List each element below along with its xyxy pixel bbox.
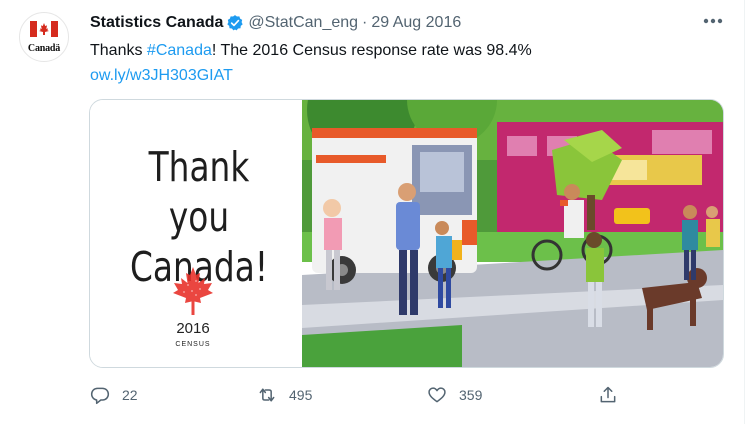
tweet-text-start: Thanks (90, 42, 147, 59)
headline-line-1: Thank you (148, 143, 250, 241)
verified-badge-icon (227, 15, 244, 31)
reply-button[interactable]: 22 (90, 380, 138, 410)
avatar-wordmark: Canadä (27, 43, 61, 54)
retweet-button[interactable]: 495 (257, 380, 312, 410)
author-name[interactable]: Statistics Canada (90, 14, 223, 32)
census-label: CENSUS (175, 341, 211, 348)
avatar[interactable]: Canadä (19, 12, 69, 62)
author-handle[interactable]: @StatCan_eng (248, 14, 358, 32)
like-button[interactable]: 359 (427, 380, 482, 410)
tweet-media-image[interactable]: Thank you Canada! 2016 CENSUS (89, 99, 724, 368)
tweet[interactable]: Canadä Statistics Canada @StatCan_eng · … (0, 0, 745, 424)
tweet-text-end: ! The 2016 Census response rate was 98.4… (211, 42, 532, 59)
reply-icon (90, 387, 110, 405)
tweet-actions: 22 495 359 (90, 380, 630, 410)
maple-leaf-logo (173, 267, 213, 315)
tweet-header: Statistics Canada @StatCan_eng · 29 Aug … (90, 12, 461, 34)
reply-count: 22 (122, 387, 138, 403)
thank-you-panel: Thank you Canada! 2016 CENSUS (90, 100, 302, 367)
census-year-label: 2016 (176, 320, 210, 337)
hashtag-link[interactable]: #Canada (147, 42, 212, 59)
share-icon (600, 386, 616, 403)
retweet-count: 495 (289, 387, 313, 403)
tweet-text: Thanks #Canada! The 2016 Census response… (90, 38, 710, 88)
canada-flag-icon (30, 21, 58, 37)
census-illustration (302, 100, 723, 367)
share-button[interactable] (598, 380, 630, 410)
separator-dot: · (362, 14, 368, 31)
like-count: 359 (459, 387, 483, 403)
tweet-date[interactable]: 29 Aug 2016 (371, 14, 461, 32)
more-options-icon[interactable] (702, 14, 724, 28)
retweet-icon (259, 388, 275, 402)
heart-icon (428, 387, 446, 403)
tweet-url-link[interactable]: ow.ly/w3JH303GIAT (90, 67, 233, 84)
